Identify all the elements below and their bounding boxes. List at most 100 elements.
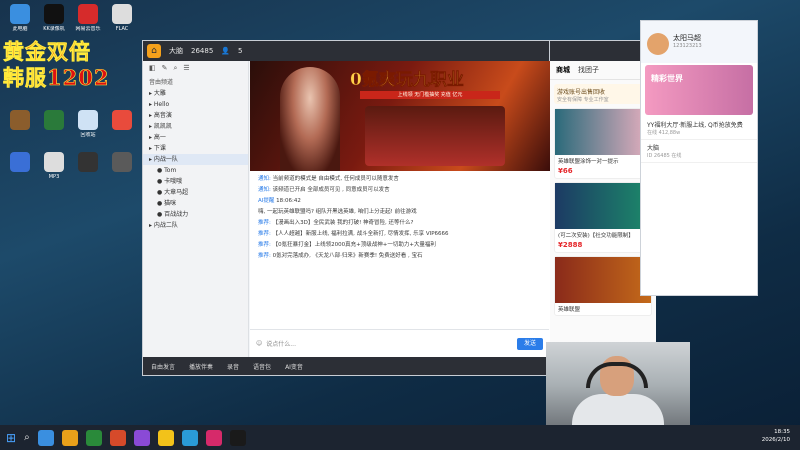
social-banner-title: 精彩世界	[651, 74, 683, 83]
voice-tool-button[interactable]: 播放伴奏	[189, 362, 213, 371]
sidebar-tool-icon[interactable]: ⌕	[174, 64, 178, 72]
taskbar-app-icon[interactable]	[61, 429, 78, 446]
sidebar-tool-icon[interactable]: ✎	[162, 64, 168, 72]
product-image	[555, 183, 651, 229]
product-title: 英雄联盟涂饰一对一提示	[558, 159, 619, 165]
gift-title: 游戏账号出售回收	[557, 89, 606, 96]
desktop-icon-label: 回收站	[80, 132, 96, 138]
social-list: YY福利大厅·新服上线, Q币抢放免费 在线 412,88w 大脑 ID 26485 …	[641, 117, 757, 163]
room-id: 26485	[191, 47, 214, 55]
desktop-icon-image	[112, 4, 132, 24]
chat-message-tag: AI提醒	[258, 198, 277, 204]
chat-message: 推荐: 0氪对完落成办, 《天龙八部·归来》新赛季! 免费送好看 , 宝石	[258, 252, 542, 260]
chat-message-tag: 推荐:	[258, 220, 273, 226]
chat-message-tag: 推荐:	[258, 231, 273, 237]
voice-tool-button[interactable]: AI变音	[285, 362, 303, 371]
desktop-icon[interactable]: 回收站	[72, 110, 104, 148]
message-input[interactable]: 说点什么...	[266, 339, 296, 348]
search-icon[interactable]: ⌕	[24, 432, 30, 443]
taskbar-app-icon[interactable]	[109, 429, 126, 446]
desktop-icon-label: FLAC	[115, 26, 129, 32]
product-card[interactable]: 英雄联盟涂饰一对一提示 ¥66	[554, 108, 652, 179]
taskbar-app-icon[interactable]	[181, 429, 198, 446]
channel-item[interactable]: ● 百战战力	[143, 209, 248, 220]
social-item-title: YY福利大厅·新服上线, Q币抢放免费	[647, 122, 743, 129]
desktop-icon[interactable]	[72, 152, 104, 190]
taskbar-app-icon[interactable]	[229, 429, 246, 446]
chat-message-tag: 推荐:	[258, 253, 273, 259]
desktop-icon[interactable]	[38, 110, 70, 148]
gift-card[interactable]: 游戏账号出售回收 安全有保障 专业工作室	[554, 84, 652, 104]
desktop-icon-image	[10, 4, 30, 24]
product-image	[555, 257, 651, 303]
sort-label[interactable]: 音由频道	[143, 75, 248, 88]
desktop-icon[interactable]	[4, 152, 36, 190]
channel-item[interactable]: ● 大章马超	[143, 187, 248, 198]
desktop-icon[interactable]	[106, 152, 138, 190]
store-tab[interactable]: 商城	[556, 65, 570, 75]
desktop-icon[interactable]	[106, 110, 138, 148]
home-icon[interactable]: ⌂	[147, 44, 161, 58]
desktop-icon-image	[78, 152, 98, 172]
desktop-icon[interactable]: MP3	[38, 152, 70, 190]
social-list-item[interactable]: 大脑 ID 26485 在线	[641, 140, 757, 163]
taskbar-app-icon[interactable]	[85, 429, 102, 446]
product-card[interactable]: (可二次安装)【社交功能限制】 ¥2888	[554, 182, 652, 253]
chat-message-tag: 通知:	[258, 187, 273, 193]
product-title: (可二次安装)【社交功能限制】	[558, 233, 634, 239]
chat-message-tag: 推荐:	[258, 242, 273, 248]
channel-item[interactable]: ▸ 下课	[143, 143, 248, 154]
channel-item[interactable]: ▸ 内战二队	[143, 220, 248, 231]
channel-item[interactable]: ▸ 内战一队	[143, 154, 248, 165]
taskbar-app-icon[interactable]	[133, 429, 150, 446]
taskbar-app-icon[interactable]	[157, 429, 174, 446]
start-icon[interactable]: ⊞	[6, 431, 16, 445]
channel-item[interactable]: ● 猫咪	[143, 198, 248, 209]
clock-date: 2026/2/10	[761, 437, 790, 443]
chat-message-tag: 通知:	[258, 176, 273, 182]
desktop-icon[interactable]: FLAC	[106, 4, 138, 42]
desktop-icon-image	[78, 110, 98, 130]
desktop-icon-label: 此电脑	[12, 26, 28, 32]
voice-toolbar: 自由发言 播放伴奏 录音 语音包 AI变音	[143, 357, 549, 375]
social-item-sub: ID 26485 在线	[647, 153, 682, 159]
channel-item[interactable]: ● 卡哦哦	[143, 176, 248, 187]
voice-tool-button[interactable]: 录音	[227, 362, 239, 371]
ad-banner[interactable]: 0氪爽玩九职业 上线领 无门槛抽奖 充值 亿元	[250, 61, 550, 171]
desktop-icon-image	[10, 110, 30, 130]
channel-item[interactable]: ● Tom	[143, 165, 248, 176]
chat-log: 通知: 当前频道的模式是 自由模式, 任何成员可以随意发言 通知: 该频道已开启 …	[250, 171, 550, 267]
chat-message-text: 【0氪狂暴打金】上线领2000真充+顶级战神+一切助力+大量福利	[272, 242, 436, 248]
chat-message-text: 【人人超越】新服上线, 福利拉满, 战斗全新打, 尽情发挥, 乐享 VIP666…	[272, 231, 449, 237]
taskbar-app-icon[interactable]	[205, 429, 222, 446]
voice-tool-button[interactable]: 语音包	[253, 362, 271, 371]
gift-subtitle: 安全有保障 专业工作室	[557, 97, 609, 103]
taskbar-app-icon[interactable]	[37, 429, 54, 446]
sidebar-tool-icon[interactable]: ◧	[149, 64, 156, 72]
channel-sidebar: ◧ ✎ ⌕ ☰ 音由频道 ▸ 大雕 ▸ Hello ▸ 高音演 ▸ 凯凯凯 ▸ 高一 ▸ 下课 ▸…	[143, 61, 249, 357]
emoji-icon[interactable]: ☺	[256, 340, 262, 347]
social-list-item[interactable]: YY福利大厅·新服上线, Q币抢放免费 在线 412,88w	[641, 117, 757, 140]
desktop-icon[interactable]	[4, 110, 36, 148]
chat-message-text: 0氪对完落成办, 《天龙八部·归来》新赛季! 免费送好看 , 宝石	[272, 253, 423, 259]
channel-item[interactable]: ▸ 高一	[143, 132, 248, 143]
chat-message: 推荐: 【人人超越】新服上线, 福利拉满, 战斗全新打, 尽情发挥, 乐享 VI…	[258, 230, 542, 238]
channel-item[interactable]: ▸ 凯凯凯	[143, 121, 248, 132]
room-title: 大脑	[169, 47, 183, 55]
sidebar-tool-icon[interactable]: ☰	[183, 64, 189, 72]
chat-message-text: 嗨, 一起玩英雄联盟吗? 组队开黑选英雄, 咱们上分走起! 前往游戏	[258, 209, 417, 215]
user-icon: 👤	[221, 47, 230, 55]
channel-item[interactable]: ▸ 高音演	[143, 110, 248, 121]
social-item-sub: 在线 412,88w	[647, 130, 681, 136]
voice-tool-button[interactable]: 自由发言	[151, 362, 175, 371]
product-card[interactable]: 英雄联盟	[554, 256, 652, 316]
social-banner[interactable]: 精彩世界	[645, 65, 753, 115]
channel-item[interactable]: ▸ 大雕	[143, 88, 248, 99]
desktop-icon-image	[112, 152, 132, 172]
send-button[interactable]: 发送	[517, 337, 543, 350]
clock-time: 18:35	[774, 429, 790, 435]
store-tab[interactable]: 找团子	[578, 65, 599, 75]
profile-name: 太阳马超	[673, 34, 701, 42]
channel-item[interactable]: ▸ Hello	[143, 99, 248, 110]
avatar[interactable]	[647, 33, 669, 55]
